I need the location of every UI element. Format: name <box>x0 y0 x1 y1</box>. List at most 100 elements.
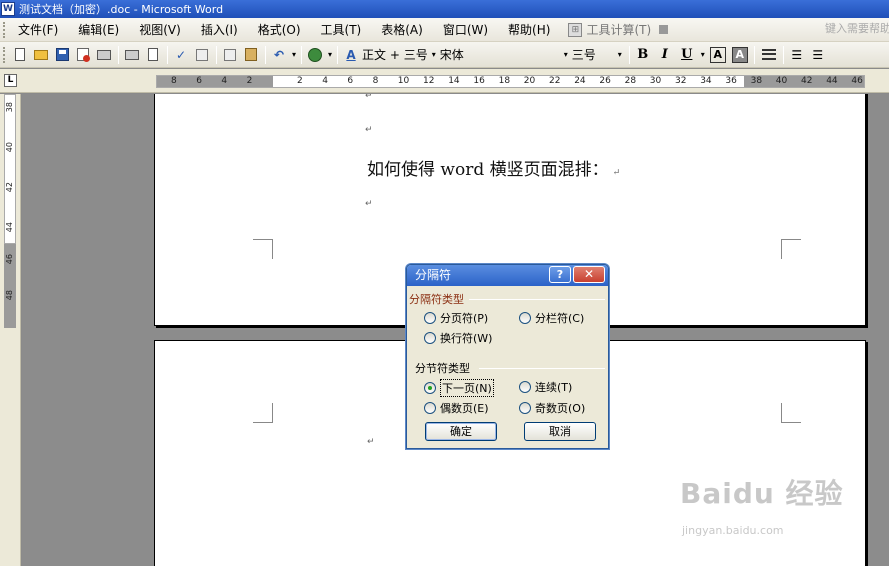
radio-circle[interactable] <box>519 402 531 414</box>
underline-dropdown-icon[interactable]: ▾ <box>701 50 705 59</box>
ruler-number: 10 <box>397 76 410 86</box>
radio-label: 分栏符(C) <box>535 312 585 325</box>
ruler-number: 42 <box>801 76 813 86</box>
ruler-number: 26 <box>599 76 611 86</box>
vertical-ruler[interactable]: 38 40 42 44 46 48 <box>0 94 21 566</box>
align-justify-icon[interactable] <box>761 49 776 60</box>
menu-view[interactable]: 视图(V) <box>133 20 187 40</box>
copy-button[interactable] <box>220 45 240 65</box>
radio-even-page[interactable]: 偶数页(E) <box>424 400 489 416</box>
help-question-box[interactable]: 键入需要帮助的问题 <box>825 20 889 38</box>
email-button[interactable] <box>94 45 114 65</box>
menu-help[interactable]: 帮助(H) <box>502 20 556 40</box>
folder-icon <box>34 49 48 60</box>
radio-continuous[interactable]: 连续(T) <box>519 379 572 395</box>
paste-button[interactable] <box>241 45 261 65</box>
ruler-number: 2 <box>246 76 253 86</box>
radio-circle-selected[interactable] <box>424 382 436 394</box>
styles-button[interactable]: A <box>341 45 361 65</box>
horizontal-ruler[interactable]: 8 6 4 2 2 4 6 8 10 12 14 16 18 20 22 24 26 28 30 32 34 36 38 40… <box>156 75 865 88</box>
group-divider <box>479 368 605 369</box>
radio-circle[interactable] <box>519 381 531 393</box>
font-combo[interactable]: 宋体 ▾ <box>440 45 568 65</box>
char-shading-button[interactable]: A <box>731 46 748 63</box>
italic-button[interactable]: I <box>655 45 675 65</box>
menu-edit[interactable]: 编辑(E) <box>72 20 125 40</box>
email-icon <box>97 49 111 60</box>
menu-tool-calc-label: 工具计算(T) <box>586 23 652 37</box>
font-size-combo[interactable]: 三号 ▾ <box>572 45 622 65</box>
document-heading[interactable]: 如何使得 word 横竖页面混排： ↵ <box>367 155 620 180</box>
menubar-grip[interactable] <box>3 21 6 38</box>
radio-label: 分页符(P) <box>440 312 489 325</box>
menu-tools[interactable]: 工具(T) <box>315 20 368 40</box>
paste-icon <box>245 48 257 61</box>
bold-button[interactable]: B <box>633 45 653 65</box>
ruler-number: 38 <box>750 76 763 86</box>
ruler-number: 36 <box>725 76 737 86</box>
ruler-number: 8 <box>171 76 177 86</box>
break-dialog: 分隔符 ? ✕ 分隔符类型 分页符(P) 分栏符(C) 换行符(W) 分节符类型… <box>406 264 609 449</box>
menu-table[interactable]: 表格(A) <box>375 20 429 40</box>
menu-window[interactable]: 窗口(W) <box>437 20 494 40</box>
group-divider <box>469 299 605 300</box>
style-combo[interactable]: 正文 + 三号 ▾ <box>362 45 436 65</box>
ruler-number: 12 <box>423 76 435 86</box>
radio-circle[interactable] <box>519 312 531 324</box>
spelling-button[interactable]: ✓ <box>171 45 191 65</box>
dialog-close-button[interactable]: ✕ <box>573 266 605 283</box>
ok-button[interactable]: 确定 <box>425 422 497 441</box>
radio-circle[interactable] <box>424 332 436 344</box>
vruler-number: 38 <box>5 102 14 113</box>
print-preview-button[interactable] <box>143 45 163 65</box>
chevron-down-icon: ▾ <box>431 50 436 59</box>
undo-dropdown-icon[interactable]: ▾ <box>292 50 296 59</box>
hyperlink-button[interactable] <box>305 45 325 65</box>
radio-text-wrapping-break[interactable]: 换行符(W) <box>424 330 492 346</box>
paragraph-mark: ↵ <box>612 168 621 178</box>
radio-circle[interactable] <box>424 402 436 414</box>
radio-column-break[interactable]: 分栏符(C) <box>519 310 584 326</box>
radio-next-page[interactable]: 下一页(N) <box>424 379 494 397</box>
menu-format[interactable]: 格式(O) <box>252 20 307 40</box>
radio-circle[interactable] <box>424 312 436 324</box>
ruler-number: 8 <box>372 76 379 86</box>
print-button[interactable] <box>122 45 142 65</box>
toolbar: ✓ ↶ ▾ ▾ A 正文 + 三号 ▾ 宋体 ▾ 三号 ▾ B I U ▾ A A ☰… <box>0 42 889 68</box>
stop-icon[interactable] <box>659 25 669 34</box>
toolbar-grip[interactable] <box>3 46 6 63</box>
print-preview-icon <box>148 48 158 61</box>
new-doc-button[interactable] <box>10 45 30 65</box>
dialog-title-bar[interactable]: 分隔符 ? ✕ <box>407 265 608 286</box>
open-button[interactable] <box>31 45 51 65</box>
char-border-button[interactable]: A <box>709 46 726 63</box>
undo-button[interactable]: ↶ <box>269 45 289 65</box>
menu-insert[interactable]: 插入(I) <box>195 20 244 40</box>
tab-selector[interactable]: L <box>4 74 17 87</box>
chevron-down-icon: ▾ <box>617 50 622 59</box>
margin-corner-marker <box>781 239 801 259</box>
printer-icon <box>125 49 139 60</box>
toolbar-options-icon[interactable]: ▾ <box>328 50 332 59</box>
numbering-button[interactable]: ☰ <box>787 45 807 65</box>
research-icon <box>196 48 208 61</box>
style-value: 正文 + 三号 <box>362 48 428 62</box>
ruler-number: 22 <box>549 76 561 86</box>
menu-tool-calc[interactable]: ⊞ 工具计算(T) <box>568 21 669 38</box>
menu-file[interactable]: 文件(F) <box>12 20 64 40</box>
title-bar: W 测试文档（加密）.doc - Microsoft Word <box>0 0 889 18</box>
ruler-number: 28 <box>624 76 637 86</box>
bullets-button[interactable]: ☰ <box>808 45 828 65</box>
permission-button[interactable] <box>73 45 93 65</box>
underline-button[interactable]: U <box>677 45 697 65</box>
cancel-button[interactable]: 取消 <box>524 422 596 441</box>
ruler-number: 32 <box>675 76 687 86</box>
dialog-help-button[interactable]: ? <box>549 266 571 283</box>
radio-label: 下一页(N) <box>440 379 494 397</box>
word-app-icon: W <box>1 2 15 16</box>
toolbar-separator <box>753 45 755 64</box>
save-button[interactable] <box>52 45 72 65</box>
research-button[interactable] <box>192 45 212 65</box>
radio-page-break[interactable]: 分页符(P) <box>424 310 488 326</box>
radio-odd-page[interactable]: 奇数页(O) <box>519 400 585 416</box>
